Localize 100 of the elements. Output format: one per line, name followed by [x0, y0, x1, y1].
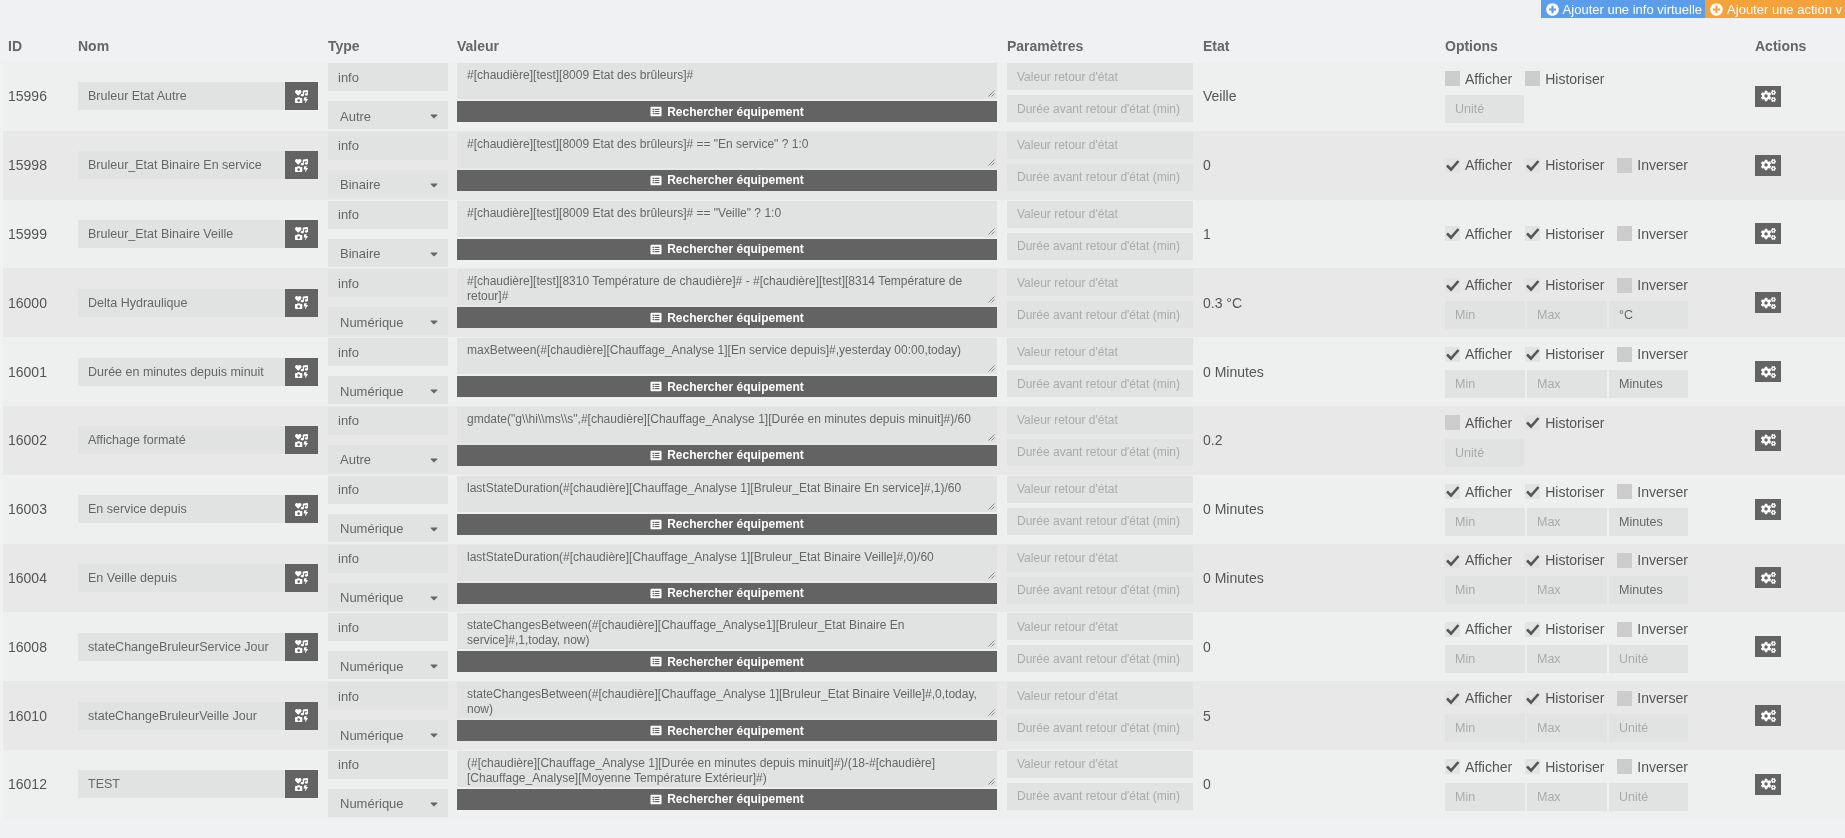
checkbox-label[interactable]: Historiser	[1545, 70, 1605, 87]
checkbox[interactable]	[1617, 759, 1633, 775]
return-value-field[interactable]: Valeur retour d'état	[1007, 200, 1193, 228]
checkbox[interactable]	[1525, 157, 1541, 173]
max-field[interactable]: Max	[1527, 301, 1607, 330]
checkbox[interactable]	[1525, 621, 1541, 637]
icon-picker-button[interactable]	[285, 563, 318, 592]
checkbox-label[interactable]: Afficher	[1465, 346, 1513, 363]
resize-grip-icon[interactable]	[988, 709, 995, 717]
subtype-select[interactable]: Binaire	[328, 169, 448, 198]
checkbox-label[interactable]: Historiser	[1545, 690, 1605, 707]
checkbox[interactable]	[1445, 621, 1460, 637]
subtype-select[interactable]: Numérique	[328, 582, 448, 611]
formula-field[interactable]: lastStateDuration(#[chaudière][Chauffage_Analyse 1][Bruleur_Etat Binaire Veille]#,0)/60	[457, 544, 997, 581]
checkbox-label[interactable]: Afficher	[1465, 758, 1513, 775]
configure-button[interactable]	[1755, 292, 1781, 314]
icon-picker-button[interactable]	[285, 426, 318, 455]
return-delay-field[interactable]: Durée avant retour d'état (min)	[1007, 95, 1193, 122]
checkbox[interactable]	[1445, 277, 1460, 293]
search-equipment-button[interactable]: Rechercher équipement	[457, 513, 997, 535]
checkbox[interactable]	[1445, 552, 1460, 568]
unit-field[interactable]: Minutes	[1609, 370, 1688, 399]
checkbox-label[interactable]: Afficher	[1465, 226, 1513, 242]
icon-picker-button[interactable]	[285, 770, 318, 799]
checkbox-label[interactable]: Afficher	[1465, 70, 1513, 87]
checkbox-label[interactable]: Inverser	[1637, 690, 1688, 707]
return-value-field[interactable]: Valeur retour d'état	[1007, 682, 1193, 710]
return-delay-field[interactable]: Durée avant retour d'état (min)	[1007, 439, 1193, 466]
checkbox[interactable]	[1445, 690, 1460, 706]
checkbox-label[interactable]: Afficher	[1465, 690, 1513, 707]
resize-grip-icon[interactable]	[988, 296, 995, 304]
resize-grip-icon[interactable]	[988, 90, 995, 97]
search-equipment-button[interactable]: Rechercher équipement	[457, 445, 997, 466]
search-equipment-button[interactable]: Rechercher équipement	[457, 238, 997, 260]
unit-field[interactable]: °C	[1609, 301, 1688, 330]
min-field[interactable]: Min	[1445, 507, 1525, 536]
max-field[interactable]: Max	[1527, 645, 1607, 674]
resize-grip-icon[interactable]	[988, 365, 995, 373]
type-field[interactable]: info	[328, 613, 448, 642]
name-field[interactable]: Durée en minutes depuis minuit	[78, 357, 285, 386]
min-field[interactable]: Min	[1445, 370, 1525, 399]
checkbox-label[interactable]: Historiser	[1545, 346, 1605, 363]
checkbox[interactable]	[1445, 484, 1460, 500]
name-field[interactable]: TEST	[78, 770, 285, 799]
return-value-field[interactable]: Valeur retour d'état	[1007, 613, 1193, 641]
checkbox[interactable]	[1617, 621, 1633, 637]
icon-picker-button[interactable]	[285, 495, 318, 524]
name-field[interactable]: En service depuis	[78, 495, 285, 524]
search-equipment-button[interactable]: Rechercher équipement	[457, 582, 997, 604]
unit-field[interactable]: Unité	[1445, 438, 1524, 467]
min-field[interactable]: Min	[1445, 782, 1525, 811]
checkbox-label[interactable]: Afficher	[1465, 414, 1513, 431]
checkbox-label[interactable]: Historiser	[1545, 483, 1605, 500]
checkbox-label[interactable]: Inverser	[1637, 758, 1688, 775]
formula-field[interactable]: stateChangesBetween(#[chaudière][Chauffage_Analyse1][Bruleur_Etat Binaire En service]#,1,today, now)	[457, 613, 997, 650]
formula-field[interactable]: maxBetween(#[chaudière][Chauffage_Analyse 1][En service depuis]#,yesterday 00:00,today)	[457, 338, 997, 375]
subtype-select[interactable]: Numérique	[328, 376, 448, 405]
subtype-select[interactable]: Numérique	[328, 788, 448, 817]
return-delay-field[interactable]: Durée avant retour d'état (min)	[1007, 232, 1193, 260]
checkbox-label[interactable]: Afficher	[1465, 621, 1513, 638]
name-field[interactable]: Bruleur Etat Autre	[78, 82, 285, 111]
checkbox[interactable]	[1525, 346, 1541, 362]
type-field[interactable]: info	[328, 63, 448, 91]
type-field[interactable]: info	[328, 750, 448, 779]
icon-picker-button[interactable]	[285, 220, 318, 248]
return-value-field[interactable]: Valeur retour d'état	[1007, 269, 1193, 297]
type-field[interactable]: info	[328, 338, 448, 367]
min-field[interactable]: Min	[1445, 645, 1525, 674]
formula-field[interactable]: #[chaudière][test][8310 Température de chaudière]# - #[chaudière][test][8314 Température de retour]#	[457, 269, 997, 306]
min-field[interactable]: Min	[1445, 714, 1525, 743]
type-field[interactable]: info	[328, 200, 448, 229]
subtype-select[interactable]: Numérique	[328, 720, 448, 749]
formula-field[interactable]: (#[chaudière][Chauffage_Analyse 1][Durée en minutes depuis minuit]#)/(18-#[chaudière][Chauffage_Analyse][Moyenne Température Extérieur]#)	[457, 750, 997, 787]
icon-picker-button[interactable]	[285, 357, 318, 386]
checkbox[interactable]	[1525, 415, 1541, 431]
return-delay-field[interactable]: Durée avant retour d'état (min)	[1007, 507, 1193, 535]
checkbox[interactable]	[1445, 71, 1460, 87]
type-field[interactable]: info	[328, 475, 448, 504]
return-value-field[interactable]: Valeur retour d'état	[1007, 750, 1193, 778]
return-value-field[interactable]: Valeur retour d'état	[1007, 63, 1193, 90]
icon-picker-button[interactable]	[285, 288, 318, 317]
name-field[interactable]: Bruleur_Etat Binaire En service	[78, 151, 285, 180]
type-field[interactable]: info	[328, 682, 448, 711]
unit-field[interactable]: Minutes	[1609, 507, 1688, 536]
checkbox[interactable]	[1525, 552, 1541, 568]
subtype-select[interactable]: Autre	[328, 445, 448, 473]
configure-button[interactable]	[1755, 429, 1781, 451]
checkbox[interactable]	[1525, 226, 1541, 242]
resize-grip-icon[interactable]	[988, 571, 995, 579]
checkbox[interactable]	[1445, 157, 1460, 173]
configure-button[interactable]	[1755, 636, 1781, 658]
unit-field[interactable]: Unité	[1609, 782, 1688, 811]
search-equipment-button[interactable]: Rechercher équipement	[457, 101, 997, 122]
return-delay-field[interactable]: Durée avant retour d'état (min)	[1007, 370, 1193, 398]
name-field[interactable]: stateChangeBruleurVeille Jour	[78, 701, 285, 730]
min-field[interactable]: Min	[1445, 301, 1525, 330]
return-delay-field[interactable]: Durée avant retour d'état (min)	[1007, 782, 1193, 810]
configure-button[interactable]	[1755, 85, 1781, 107]
checkbox[interactable]	[1525, 71, 1541, 87]
return-value-field[interactable]: Valeur retour d'état	[1007, 131, 1193, 159]
